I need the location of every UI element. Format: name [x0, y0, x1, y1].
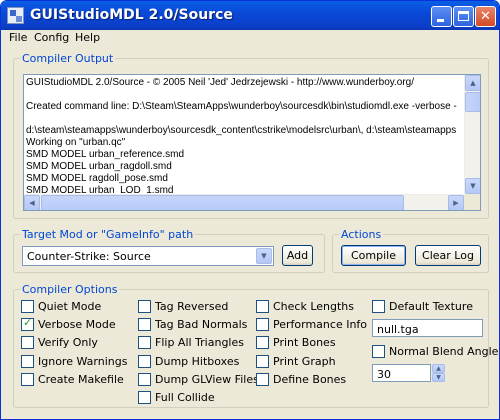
checkbox-label: Flip All Triangles	[155, 336, 244, 349]
checkbox-label: Tag Reversed	[155, 300, 229, 313]
checkbox-box[interactable]	[138, 391, 151, 404]
checkbox-label: Check Lengths	[273, 300, 355, 313]
vertical-scroll-thumb[interactable]	[465, 92, 480, 112]
compiler-options-label: Compiler Options	[20, 283, 120, 296]
actions-label: Actions	[339, 228, 384, 241]
menu-bar: File Config Help	[1, 30, 499, 48]
app-window: GUIStudioMDL 2.0/Source ✕ File Config He…	[0, 0, 500, 420]
vertical-scrollbar[interactable]: ▲ ▼	[464, 75, 480, 194]
checkbox-label: Verbose Mode	[38, 318, 116, 331]
maximize-icon	[458, 11, 469, 21]
checkbox-box[interactable]	[372, 345, 385, 358]
checkbox-box[interactable]	[138, 373, 151, 386]
checkbox-label: Normal Blend Angle	[389, 345, 499, 358]
minimize-icon	[437, 19, 444, 22]
target-mod-select[interactable]: Counter-Strike: Source ▼	[22, 246, 274, 266]
minimize-button[interactable]	[431, 6, 452, 27]
output-line: GUIStudioMDL 2.0/Source - © 2005 Neil 'J…	[26, 77, 415, 88]
compiler-output-log[interactable]: GUIStudioMDL 2.0/Source - © 2005 Neil 'J…	[23, 74, 481, 211]
checkbox-box[interactable]	[256, 336, 269, 349]
output-lines: GUIStudioMDL 2.0/Source - © 2005 Neil 'J…	[26, 75, 464, 195]
normal-blend-angle-value: 30	[377, 368, 391, 381]
window-title: GUIStudioMDL 2.0/Source	[30, 7, 233, 23]
checkbox-box[interactable]	[138, 355, 151, 368]
checkbox-label: Print Bones	[273, 336, 336, 349]
checkbox-box[interactable]	[21, 336, 34, 349]
scroll-down-icon[interactable]: ▼	[465, 178, 480, 194]
output-line: SMD MODEL urban_ragdoll.smd	[26, 161, 172, 172]
app-icon[interactable]	[7, 7, 24, 24]
output-line: SMD MODEL ragdoll_pose.smd	[26, 173, 168, 184]
scroll-corner	[464, 194, 480, 210]
checkbox-label: Ignore Warnings	[38, 355, 128, 368]
spin-down-icon[interactable]: ▼	[432, 373, 445, 382]
menu-config[interactable]: Config	[34, 31, 69, 44]
horizontal-scrollbar[interactable]: ◀ ▶	[24, 194, 464, 210]
add-button[interactable]: Add	[282, 245, 313, 266]
checkbox-box[interactable]: ✓	[21, 316, 34, 331]
compiler-output-label: Compiler Output	[20, 52, 116, 65]
output-line: Created command line: D:\Steam\SteamApps…	[26, 101, 457, 112]
target-mod-value: Counter-Strike: Source	[27, 250, 151, 263]
default-texture-field[interactable]: null.tga	[372, 319, 483, 337]
scroll-up-icon[interactable]: ▲	[465, 75, 480, 91]
checkbox-box[interactable]	[21, 373, 34, 386]
checkbox-box[interactable]	[21, 355, 34, 368]
horizontal-scroll-thumb[interactable]	[41, 195, 404, 210]
checkbox-label: Dump Hitboxes	[155, 355, 240, 368]
checkbox-box[interactable]	[256, 318, 269, 331]
close-button[interactable]: ✕	[475, 6, 496, 27]
checkbox-label: Full Collide	[155, 391, 215, 404]
checkbox-label: Tag Bad Normals	[155, 318, 248, 331]
output-line: Working on "urban.qc"	[26, 137, 126, 148]
checkbox-box[interactable]	[138, 300, 151, 313]
checkbox-box[interactable]	[21, 300, 34, 313]
scroll-left-icon[interactable]: ◀	[24, 195, 40, 210]
checkbox-label: Quiet Mode	[38, 300, 102, 313]
output-line: SMD MODEL urban_reference.smd	[26, 149, 185, 160]
checkbox-label: Performance Info	[273, 318, 368, 331]
chevron-down-icon[interactable]: ▼	[256, 248, 272, 264]
menu-help[interactable]: Help	[75, 31, 100, 44]
checkbox-label: Define Bones	[273, 373, 347, 386]
checkbox-box[interactable]	[256, 300, 269, 313]
output-line: d:\steam\steamapps\wunderboy\sourcesdk_c…	[26, 125, 457, 136]
maximize-button[interactable]	[453, 6, 474, 27]
checkbox-label: Create Makefile	[38, 373, 124, 386]
checkbox-label: Default Texture	[389, 300, 473, 313]
clear-log-button[interactable]: Clear Log	[415, 245, 481, 266]
normal-blend-angle-field[interactable]: 30	[372, 364, 431, 382]
checkbox-box[interactable]	[256, 355, 269, 368]
checkbox-box[interactable]	[138, 318, 151, 331]
close-icon: ✕	[480, 9, 491, 24]
checkbox-box[interactable]	[372, 300, 385, 313]
default-texture-value: null.tga	[377, 323, 419, 336]
scroll-right-icon[interactable]: ▶	[448, 195, 464, 210]
checkbox-box[interactable]	[256, 373, 269, 386]
menu-file[interactable]: File	[9, 31, 27, 44]
spin-up-icon[interactable]: ▲	[432, 364, 445, 373]
checkbox-label: Verify Only	[38, 336, 98, 349]
checkbox-label: Print Graph	[273, 355, 336, 368]
compile-button[interactable]: Compile	[341, 245, 406, 266]
checkbox-label: Dump GLView Files	[155, 373, 259, 386]
title-bar[interactable]: GUIStudioMDL 2.0/Source ✕	[1, 1, 499, 30]
target-mod-label: Target Mod or "GameInfo" path	[20, 228, 196, 241]
checkmark-icon: ✓	[23, 316, 33, 329]
checkbox-box[interactable]	[138, 336, 151, 349]
